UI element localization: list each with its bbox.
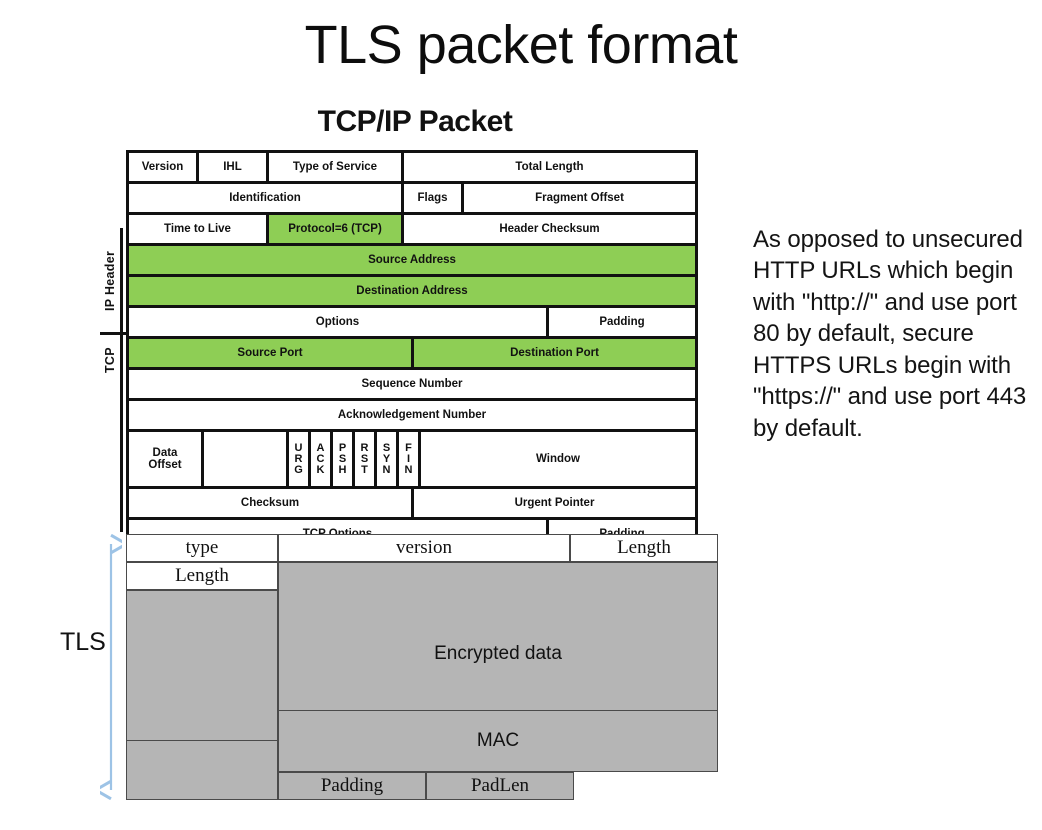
table-row: Source Port Destination Port [129,339,695,370]
tls-field-padlen: PadLen [426,772,574,800]
field-version: Version [129,153,199,181]
flag-fin-letter-3: N [404,463,413,476]
data-offset-line2: Offset [148,459,182,471]
flag-ack-letter-1: A [316,441,325,454]
table-row: Version IHL Type of Service Total Length [129,153,695,184]
field-flags: Flags [404,184,464,212]
flag-fin: F I N [399,432,421,486]
ip-tcp-divider-tick [100,332,126,335]
flag-ack-letter-2: C [316,452,325,465]
flag-syn-letter-3: N [382,463,391,476]
flag-urg-letter-2: R [294,452,303,465]
diagram-title: TCP/IP Packet [317,105,513,138]
field-time-to-live: Time to Live [129,215,269,243]
field-total-length: Total Length [404,153,695,181]
ip-header-label: IP Header [103,250,117,312]
tcp-label: TCP [103,347,117,373]
table-row: Sequence Number [129,370,695,401]
tls-field-mac: MAC [278,710,718,772]
flag-syn-letter-1: S [382,441,391,454]
table-row: Identification Flags Fragment Offset [129,184,695,215]
flag-urg-letter-1: U [294,441,303,454]
table-row: Acknowledgement Number [129,401,695,432]
table-row: Options Padding [129,308,695,339]
flag-rst-letter-3: T [361,463,368,476]
field-destination-address: Destination Address [129,277,695,305]
flag-psh-letter-2: S [338,452,347,465]
table-row: Source Address [129,246,695,277]
field-checksum: Checksum [129,489,414,517]
field-window: Window [421,432,695,486]
field-source-address: Source Address [129,246,695,274]
field-source-port: Source Port [129,339,414,367]
field-ip-options: Options [129,308,549,336]
flag-rst: R S T [355,432,377,486]
tls-label: TLS [60,628,106,656]
tls-mac-left-filler [126,740,278,800]
field-ip-padding: Padding [549,308,695,336]
side-note-text: As opposed to unsecured HTTP URLs which … [753,226,1027,442]
field-ihl: IHL [199,153,269,181]
tcp-bracket [120,334,123,532]
tls-encrypted-left-column [126,590,278,746]
ip-header-bracket [120,228,123,334]
page-title: TLS packet format [304,15,738,75]
tls-packet-diagram: type version Length Encrypted data Lengt… [126,534,718,800]
field-sequence-number: Sequence Number [129,370,695,398]
field-header-checksum: Header Checksum [404,215,695,243]
field-acknowledgement-number: Acknowledgement Number [129,401,695,429]
flag-rst-letter-2: S [360,452,369,465]
flag-urg: U R G [289,432,311,486]
flag-fin-letter-1: F [405,441,412,454]
table-row-flags: Data Offset U R G A C K P S H R S T S Y … [129,432,695,489]
flag-ack: A C K [311,432,333,486]
field-data-offset: Data Offset [129,432,204,486]
tls-field-padding: Padding [278,772,426,800]
flag-psh-letter-3: H [338,463,347,476]
table-row: Destination Address [129,277,695,308]
field-fragment-offset: Fragment Offset [464,184,695,212]
tls-field-type: type [126,534,278,562]
flag-ack-letter-3: K [316,463,325,476]
tcp-ip-packet-table: Version IHL Type of Service Total Length… [126,150,698,551]
data-offset-line1: Data [152,446,178,459]
tls-field-version: version [278,534,570,562]
tls-field-length-second: Length [126,562,278,590]
field-reserved [204,432,289,486]
flag-fin-letter-2: I [406,452,411,465]
field-protocol: Protocol=6 (TCP) [269,215,404,243]
table-row: Checksum Urgent Pointer [129,489,695,520]
flag-psh-letter-1: P [338,441,347,454]
flag-syn: S Y N [377,432,399,486]
field-destination-port: Destination Port [414,339,695,367]
field-type-of-service: Type of Service [269,153,404,181]
field-identification: Identification [129,184,404,212]
flag-syn-letter-2: Y [382,452,391,465]
flag-urg-letter-3: G [294,463,303,476]
flag-rst-letter-1: R [360,441,369,454]
field-urgent-pointer: Urgent Pointer [414,489,695,517]
tls-field-length-top: Length [570,534,718,562]
tls-span-arrow [100,534,122,800]
flag-psh: P S H [333,432,355,486]
table-row: Time to Live Protocol=6 (TCP) Header Che… [129,215,695,246]
